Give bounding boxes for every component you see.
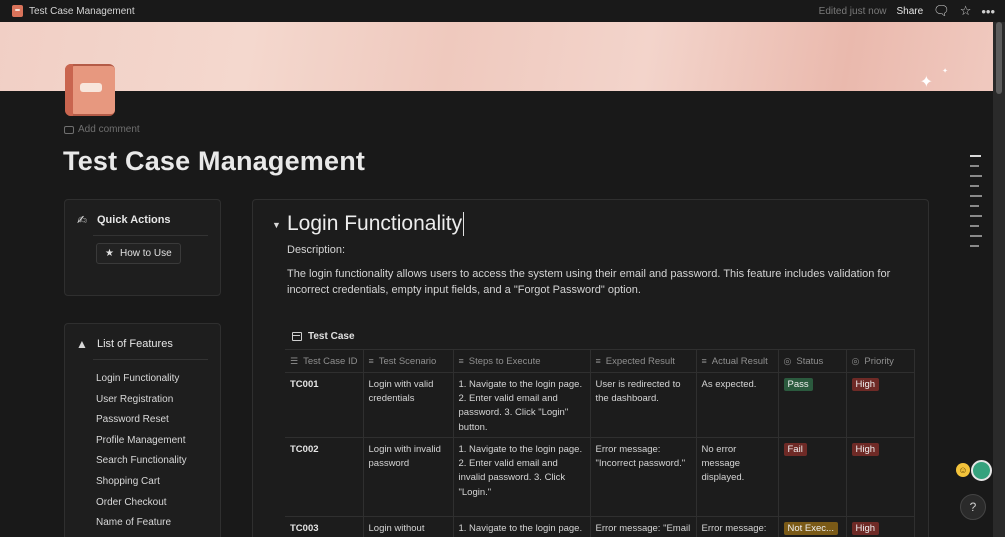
cell-actual[interactable]: No error message displayed. bbox=[696, 437, 779, 517]
column-header[interactable]: ≡ Actual Result bbox=[696, 349, 779, 373]
feature-link[interactable]: User Registration bbox=[96, 390, 220, 411]
page-outline[interactable] bbox=[970, 155, 982, 255]
cell-priority[interactable]: High bbox=[846, 372, 915, 438]
column-header[interactable]: ◎ Priority bbox=[846, 349, 915, 373]
scrollbar-thumb[interactable] bbox=[996, 22, 1002, 94]
column-header[interactable]: ≡ Steps to Execute bbox=[453, 349, 591, 373]
comment-bubble-icon bbox=[64, 125, 74, 134]
toggle-arrow-icon[interactable]: ▼ bbox=[272, 220, 281, 230]
column-header[interactable]: ◎ Status bbox=[778, 349, 847, 373]
help-button[interactable]: ? bbox=[960, 494, 986, 520]
text-icon: ≡ bbox=[458, 355, 464, 366]
status-icon: ◎ bbox=[851, 355, 860, 366]
scrollbar[interactable] bbox=[993, 22, 1005, 537]
cell-steps[interactable]: 1. Navigate to the login page. 2. Enter … bbox=[453, 437, 591, 517]
star-filled-icon: ★ bbox=[105, 248, 114, 259]
text-icon: ≡ bbox=[368, 355, 374, 366]
page-book-icon[interactable] bbox=[63, 62, 117, 117]
star-icon[interactable]: ☆ bbox=[960, 3, 972, 19]
cell-id[interactable]: TC002 bbox=[285, 437, 364, 517]
how-to-use-button[interactable]: ★ How to Use bbox=[96, 243, 181, 264]
description-label[interactable]: Description: bbox=[287, 244, 345, 256]
cell-priority[interactable]: High bbox=[846, 437, 915, 517]
cell-expected[interactable]: Error message: "Email bbox=[590, 516, 697, 537]
features-callout: ▲ List of Features Login Functionality U… bbox=[64, 323, 221, 537]
status-badge: Not Exec... bbox=[783, 522, 838, 535]
cell-id[interactable]: TC003 bbox=[285, 516, 364, 537]
cell-actual[interactable]: As expected. bbox=[696, 372, 779, 438]
cell-status[interactable]: Fail bbox=[778, 437, 847, 517]
table-row[interactable]: TC001 Login with valid credentials 1. Na… bbox=[285, 372, 915, 438]
cell-scenario[interactable]: Login without bbox=[363, 516, 454, 537]
comment-icon[interactable]: 🗨︎ bbox=[933, 3, 950, 19]
cell-expected[interactable]: User is redirected to the dashboard. bbox=[590, 372, 697, 438]
share-button[interactable]: Share bbox=[896, 6, 923, 17]
edited-status: Edited just now bbox=[818, 5, 887, 17]
add-comment-button[interactable]: Add comment bbox=[64, 124, 140, 135]
quick-actions-icon: ✍ bbox=[76, 213, 88, 227]
list-icon: ☰ bbox=[290, 355, 299, 366]
quick-actions-title: Quick Actions bbox=[97, 214, 171, 226]
section-title[interactable]: Login Functionality bbox=[287, 212, 462, 236]
quick-actions-callout: ✍ Quick Actions ★ How to Use bbox=[64, 199, 221, 296]
page-title[interactable]: Test Case Management bbox=[63, 146, 365, 177]
database-title-label: Test Case bbox=[308, 331, 355, 342]
sparkle-icon: ✦ bbox=[919, 74, 933, 91]
top-bar: Test Case Management Edited just now Sha… bbox=[0, 0, 1005, 22]
text-icon: ≡ bbox=[595, 355, 601, 366]
add-comment-label: Add comment bbox=[78, 124, 140, 135]
table-icon bbox=[292, 332, 302, 341]
feature-link[interactable]: Password Reset bbox=[96, 410, 220, 431]
cell-status[interactable]: Pass bbox=[778, 372, 847, 438]
how-to-use-label: How to Use bbox=[119, 248, 172, 259]
feature-list: Login Functionality User Registration Pa… bbox=[65, 360, 220, 534]
feature-link[interactable]: Profile Management bbox=[96, 431, 220, 452]
feature-link[interactable]: Login Functionality bbox=[96, 369, 220, 390]
description-text[interactable]: The login functionality allows users to … bbox=[287, 266, 907, 298]
feature-link[interactable]: Shopping Cart bbox=[96, 472, 220, 493]
column-header[interactable]: ☰ Test Case ID bbox=[285, 349, 364, 373]
section-heading[interactable]: Login Functionality bbox=[287, 212, 465, 236]
emoji-face-icon[interactable]: ☺ bbox=[956, 463, 970, 477]
cell-priority[interactable]: High bbox=[846, 516, 915, 537]
feature-link[interactable]: Order Checkout bbox=[96, 493, 220, 514]
cell-actual[interactable]: Error message: bbox=[696, 516, 779, 537]
shapes-icon: ▲ bbox=[76, 337, 88, 351]
sparkle-small-icon: ✦ bbox=[942, 68, 948, 75]
cell-steps[interactable]: 1. Navigate to the login page. 2. Enter … bbox=[453, 372, 591, 438]
features-title: List of Features bbox=[97, 338, 173, 350]
text-icon: ≡ bbox=[701, 355, 707, 366]
priority-badge: High bbox=[851, 443, 880, 456]
cell-scenario[interactable]: Login with valid credentials bbox=[363, 372, 454, 438]
column-header[interactable]: ≡ Test Scenario bbox=[363, 349, 454, 373]
topbar-actions: Edited just now Share 🗨︎ ☆ ••• bbox=[819, 0, 995, 22]
table-row[interactable]: TC003 Login without 1. Navigate to the l… bbox=[285, 516, 915, 537]
more-icon[interactable]: ••• bbox=[981, 4, 995, 19]
column-header[interactable]: ≡ Expected Result bbox=[590, 349, 697, 373]
feature-panel: ▼ Login Functionality Description: The l… bbox=[252, 199, 929, 537]
status-badge: Fail bbox=[783, 443, 807, 456]
database-title[interactable]: Test Case bbox=[292, 331, 355, 342]
priority-badge: High bbox=[851, 378, 880, 391]
chat-bubble-icon[interactable] bbox=[971, 460, 992, 481]
cover-image[interactable]: ✦ ✦ bbox=[0, 22, 993, 91]
status-badge: Pass bbox=[783, 378, 813, 391]
priority-badge: High bbox=[851, 522, 880, 535]
table-row[interactable]: TC002 Login with invalid password 1. Nav… bbox=[285, 437, 915, 517]
cell-status[interactable]: Not Exec... bbox=[778, 516, 847, 537]
cell-steps[interactable]: 1. Navigate to the login page. bbox=[453, 516, 591, 537]
cell-expected[interactable]: Error message: "Incorrect password." bbox=[590, 437, 697, 517]
breadcrumb-title[interactable]: Test Case Management bbox=[29, 6, 135, 17]
test-case-table: ☰ Test Case ID ≡ Test Scenario ≡ Steps to E… bbox=[285, 349, 915, 537]
text-cursor bbox=[463, 212, 465, 236]
cell-id[interactable]: TC001 bbox=[285, 372, 364, 438]
feature-link[interactable]: Name of Feature bbox=[96, 513, 220, 534]
cell-scenario[interactable]: Login with invalid password bbox=[363, 437, 454, 517]
book-icon bbox=[12, 5, 23, 17]
feature-link[interactable]: Search Functionality bbox=[96, 451, 220, 472]
status-icon: ◎ bbox=[783, 355, 792, 366]
